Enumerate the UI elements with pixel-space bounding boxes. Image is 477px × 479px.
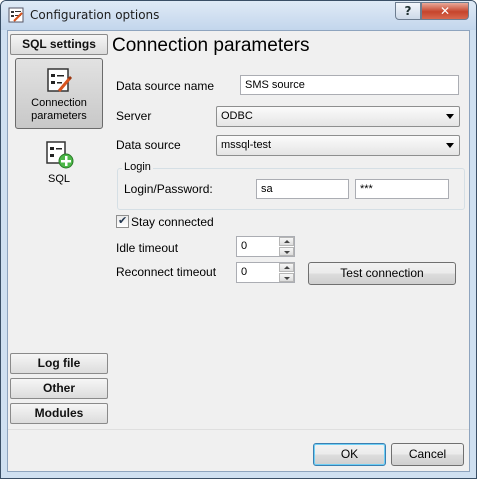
password-value: *** (360, 183, 373, 195)
reconnect-timeout-label: Reconnect timeout (116, 265, 217, 279)
data-source-name-field[interactable]: SMS source (240, 75, 459, 95)
server-select[interactable]: ODBC (216, 106, 460, 127)
ok-button[interactable]: OK (313, 443, 386, 466)
reconnect-timeout-spin-buttons (279, 263, 294, 282)
reconnect-timeout-value: 0 (241, 266, 248, 278)
checkmark-icon: ✔ (118, 215, 128, 227)
window-title: Configuration options (30, 8, 160, 22)
login-field[interactable]: sa (256, 179, 349, 199)
reconnect-timeout-stepper[interactable]: 0 (236, 262, 295, 283)
modules-button[interactable]: Modules (10, 403, 108, 424)
login-value: sa (261, 183, 273, 195)
client-area: SQL settings Connection parameters SQL L… (7, 30, 470, 472)
sql-add-icon (46, 141, 74, 169)
nav-label-sql: SQL (47, 173, 70, 185)
data-source-select[interactable]: mssql-test (216, 135, 460, 156)
nav-label-line2: parameters (31, 110, 87, 122)
test-connection-button[interactable]: Test connection (308, 262, 456, 285)
login-password-label: Login/Password: (124, 182, 213, 196)
app-settings-icon (8, 7, 24, 23)
stay-connected-checkbox[interactable]: ✔ (116, 215, 129, 228)
spin-down-button[interactable] (279, 247, 294, 256)
nav-item-sql[interactable]: SQL (15, 139, 103, 197)
data-source-name-value: SMS source (245, 79, 305, 91)
log-file-button[interactable]: Log file (10, 353, 108, 374)
spin-down-button[interactable] (279, 273, 294, 282)
idle-timeout-stepper[interactable]: 0 (236, 236, 295, 257)
spin-up-button[interactable] (279, 263, 294, 272)
connection-edit-icon (47, 68, 73, 92)
config-window: Configuration options ? ✕ SQL settings C… (0, 0, 477, 479)
other-button[interactable]: Other (10, 378, 108, 399)
stay-connected-label[interactable]: Stay connected (131, 215, 214, 229)
chevron-down-icon[interactable] (446, 143, 454, 148)
idle-timeout-value: 0 (241, 240, 248, 252)
idle-timeout-spin-buttons (279, 237, 294, 256)
cancel-button[interactable]: Cancel (391, 443, 464, 466)
arrow-down-icon (284, 251, 290, 254)
spin-up-button[interactable] (279, 237, 294, 246)
server-value: ODBC (221, 110, 253, 122)
data-source-value: mssql-test (221, 139, 272, 151)
nav-label-line1: Connection (31, 97, 87, 109)
title-bar: Configuration options ? ✕ (1, 1, 476, 30)
chevron-down-icon[interactable] (446, 114, 454, 119)
help-button[interactable]: ? (395, 2, 421, 20)
arrow-up-icon (284, 240, 290, 243)
arrow-down-icon (284, 277, 290, 280)
close-button[interactable]: ✕ (421, 2, 469, 20)
data-source-label: Data source (116, 138, 181, 152)
idle-timeout-label: Idle timeout (116, 241, 179, 255)
footer-divider (8, 429, 469, 430)
server-label: Server (116, 109, 152, 123)
password-field[interactable]: *** (355, 179, 449, 199)
nav-item-connection-parameters[interactable]: Connection parameters (15, 58, 103, 129)
login-group-title: Login (122, 161, 153, 173)
data-source-name-label: Data source name (116, 79, 215, 93)
close-icon[interactable]: ✕ (440, 4, 450, 18)
sql-settings-button[interactable]: SQL settings (10, 34, 108, 55)
page-title: Connection parameters (112, 35, 310, 56)
arrow-up-icon (284, 266, 290, 269)
